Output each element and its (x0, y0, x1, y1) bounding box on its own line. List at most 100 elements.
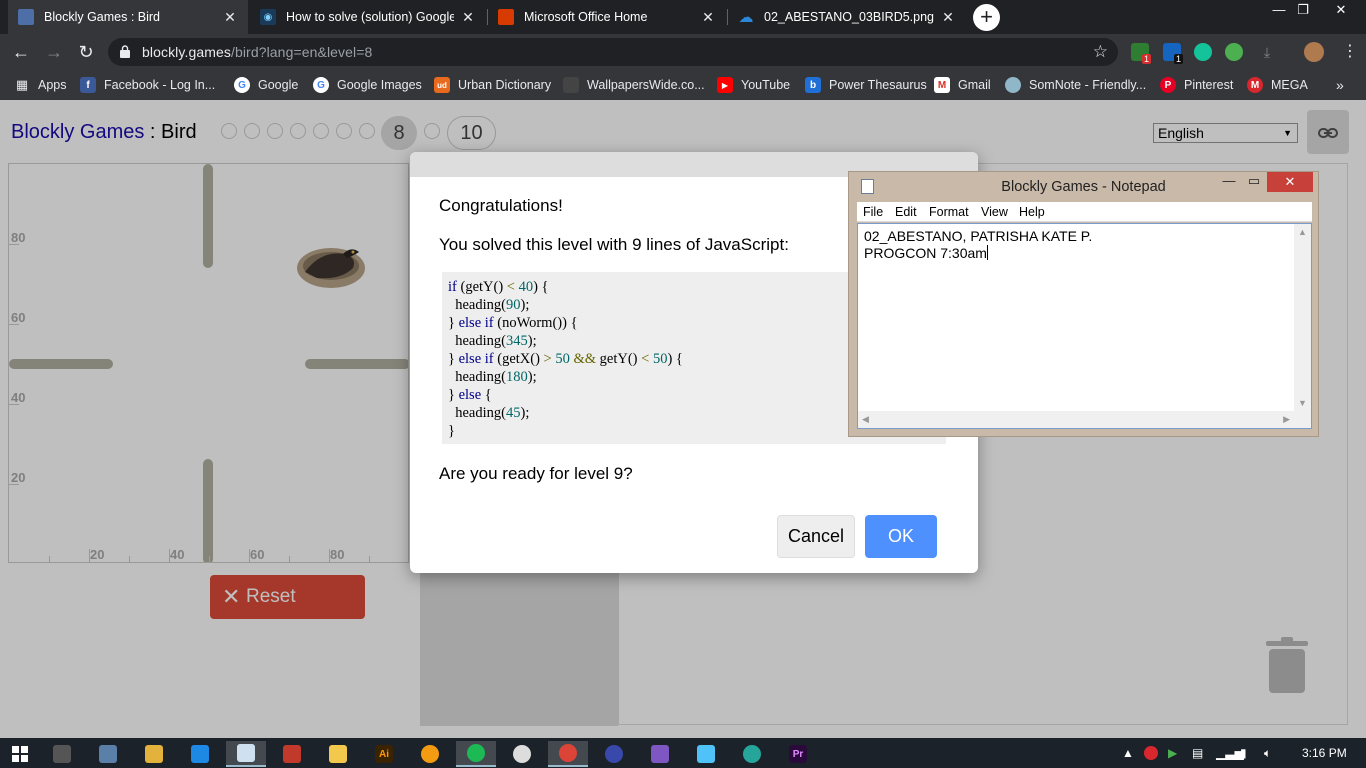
menu-file[interactable]: File (863, 205, 883, 219)
extension-badge: 1 (1174, 54, 1184, 64)
dialog-heading: Congratulations! (439, 196, 563, 215)
bookmark-power-thesaurus[interactable]: b Power Thesaurus (805, 76, 927, 94)
taskbar-app[interactable] (502, 741, 542, 767)
blockly-puzzle-icon (18, 9, 34, 25)
avatar[interactable] (1304, 42, 1324, 62)
tray-overflow-icon[interactable]: ▲ (1122, 746, 1134, 760)
taskbar-file-explorer[interactable] (318, 741, 358, 767)
tab-office-home[interactable]: Microsoft Office Home ✕ (488, 0, 726, 34)
text-caret (986, 245, 988, 260)
taskbar-app[interactable] (42, 741, 82, 767)
taskbar-app[interactable] (88, 741, 128, 767)
taskbar-app[interactable] (134, 741, 174, 767)
app-icon (53, 745, 71, 763)
close-icon[interactable]: ✕ (222, 9, 238, 25)
resize-grip[interactable] (1294, 411, 1311, 428)
tab-blockly-games[interactable]: Blockly Games : Bird ✕ (8, 0, 248, 34)
taskbar-app[interactable] (272, 741, 312, 767)
notepad-minimize-button[interactable]: — (1217, 172, 1241, 192)
bookmark-somnote[interactable]: SomNote - Friendly... (1005, 76, 1146, 94)
volume-icon[interactable]: 🔈︎ (1264, 746, 1271, 761)
tray-app-icon[interactable]: ▤ (1192, 746, 1203, 760)
taskbar-app[interactable] (640, 741, 680, 767)
bookmarks-overflow-icon[interactable]: » (1336, 76, 1344, 94)
start-button[interactable] (0, 741, 40, 767)
mega-tray-icon[interactable] (1144, 746, 1158, 760)
menu-view[interactable]: View (981, 205, 1008, 219)
close-icon[interactable]: ✕ (940, 9, 956, 25)
menu-format[interactable]: Format (929, 205, 969, 219)
vertical-scrollbar[interactable]: ▲ ▼ (1294, 224, 1311, 411)
tab-how-to-solve[interactable]: ◉ How to solve (solution) Google's ✕ (250, 0, 486, 34)
bookmark-star-icon[interactable]: ☆ (1093, 42, 1108, 62)
taskbar-app[interactable] (732, 741, 772, 767)
notepad-window[interactable]: Blockly Games - Notepad — ▭ ✕ File Edit … (848, 171, 1319, 437)
bookmark-urban-dictionary[interactable]: ud Urban Dictionary (434, 76, 551, 94)
spotify-icon (467, 744, 485, 762)
reload-icon[interactable]: ↻ (74, 40, 98, 64)
menu-help[interactable]: Help (1019, 205, 1045, 219)
app-icon (743, 745, 761, 763)
notepad-maximize-button[interactable]: ▭ (1242, 172, 1266, 192)
new-tab-button[interactable]: + (973, 4, 1000, 31)
grammarly-icon[interactable] (1194, 43, 1212, 61)
bookmark-facebook[interactable]: f Facebook - Log In... (80, 76, 215, 94)
taskbar-app[interactable] (180, 741, 220, 767)
taskbar-spotify[interactable] (456, 741, 496, 767)
app-icon (191, 745, 209, 763)
bookmark-google-images[interactable]: G Google Images (313, 76, 422, 94)
bookmark-mega[interactable]: M MEGA (1247, 76, 1308, 94)
premiere-icon: Pr (789, 745, 807, 763)
window-close-button[interactable]: ✕ (1318, 0, 1364, 22)
forward-icon[interactable]: → (42, 40, 66, 64)
ok-button[interactable]: OK (865, 515, 937, 558)
bookmark-gmail[interactable]: M Gmail (934, 76, 991, 94)
download-icon[interactable]: ⤓ (1255, 40, 1279, 64)
battery-icon[interactable]: ▮ (1240, 746, 1247, 760)
cancel-button[interactable]: Cancel (777, 515, 855, 558)
extension-icon[interactable] (1225, 43, 1243, 61)
scroll-up-icon[interactable]: ▲ (1298, 227, 1307, 237)
bookmark-youtube[interactable]: ▶ YouTube (717, 76, 790, 94)
taskbar-app[interactable] (686, 741, 726, 767)
app-icon (145, 745, 163, 763)
bookmark-label: SomNote - Friendly... (1029, 78, 1147, 92)
address-bar[interactable]: blockly.games/bird?lang=en&level=8 ☆ (108, 38, 1118, 66)
app-icon (513, 745, 531, 763)
bookmark-wallpaperswide[interactable]: WallpapersWide.co... (563, 76, 705, 94)
tray-app-icon[interactable]: ▶ (1168, 746, 1177, 760)
back-icon[interactable]: ← (9, 40, 33, 64)
apps-grid-icon: ▦ (15, 77, 29, 92)
google-icon: G (313, 77, 329, 93)
google-icon: G (234, 77, 250, 93)
close-icon[interactable]: ✕ (700, 9, 716, 25)
horizontal-scrollbar[interactable]: ◀ ▶ (858, 411, 1294, 428)
taskbar-notepad[interactable] (226, 741, 266, 767)
scroll-right-icon[interactable]: ▶ (1283, 414, 1290, 425)
taskbar-premiere[interactable]: Pr (778, 741, 818, 767)
scroll-left-icon[interactable]: ◀ (862, 414, 869, 425)
scroll-down-icon[interactable]: ▼ (1298, 398, 1307, 408)
bookmark-pinterest[interactable]: P Pinterest (1160, 76, 1233, 94)
notepad-line: 02_ABESTANO, PATRISHA KATE P. (864, 228, 1093, 244)
notepad-text-area[interactable]: 02_ABESTANO, PATRISHA KATE P. PROGCON 7:… (857, 223, 1312, 429)
bookmark-apps[interactable]: ▦ Apps (14, 76, 67, 94)
taskbar-illustrator[interactable]: Ai (364, 741, 404, 767)
taskbar-clock[interactable]: 3:16 PM (1302, 746, 1347, 760)
bookmark-label: Google (258, 78, 299, 92)
lock-icon (120, 45, 130, 58)
illustrator-icon: Ai (375, 745, 393, 763)
bookmark-google[interactable]: G Google (234, 76, 298, 94)
close-icon[interactable]: ✕ (460, 9, 476, 25)
taskbar-app[interactable] (410, 741, 450, 767)
menu-edit[interactable]: Edit (895, 205, 917, 219)
menu-dots-icon[interactable]: ⋮ (1338, 40, 1362, 64)
tab-onedrive[interactable]: ☁ 02_ABESTANO_03BIRD5.png - Or ✕ (728, 0, 966, 34)
windows-logo-icon (12, 746, 28, 762)
browser-tabstrip: Blockly Games : Bird ✕ ◉ How to solve (s… (0, 0, 1366, 34)
notepad-close-button[interactable]: ✕ (1267, 172, 1313, 192)
notepad-titlebar[interactable]: Blockly Games - Notepad — ▭ ✕ (849, 172, 1318, 202)
wallpaperswide-icon (563, 77, 579, 93)
taskbar-chrome[interactable] (548, 741, 588, 767)
taskbar-app[interactable] (594, 741, 634, 767)
